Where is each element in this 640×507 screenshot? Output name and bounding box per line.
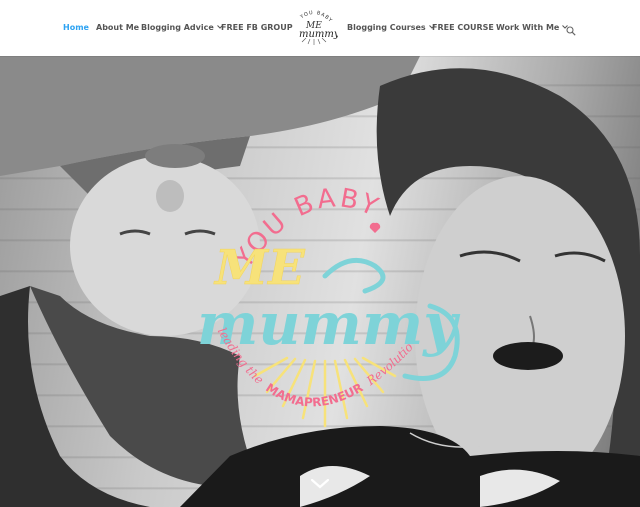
brand-line3: mummy [299,29,338,40]
search-icon[interactable] [566,23,576,36]
heart-icon [369,222,381,233]
nav-blogging-courses-label: Blogging Courses [347,23,426,32]
nav-home[interactable]: Home [63,23,89,32]
nav-blogging-courses[interactable]: Blogging Courses [347,23,435,32]
nav-work-with-me[interactable]: Work With Me [496,23,569,32]
nav-work-with-me-label: Work With Me [496,23,560,32]
hero-logo: YOU BABY ME mummy leading the MAMAPRENEU… [171,145,475,456]
nav-blogging-advice[interactable]: Blogging Advice [141,23,223,32]
logo-tagline-highlight: MAMAPRENEUR [263,380,365,409]
nav-blogging-advice-label: Blogging Advice [141,23,214,32]
hero-banner: YOU BABY ME mummy leading the MAMAPRENEU… [0,56,640,507]
chevron-down-icon [310,478,330,489]
nav-free-fb-group[interactable]: FREE FB GROUP [221,23,293,32]
nav-about-me[interactable]: About Me [96,23,139,32]
site-header: Home About Me Blogging Advice FREE FB GR… [0,0,640,56]
logo-middle-text: ME [213,240,306,296]
brand-logo[interactable]: YOU BABY ME mummy [290,8,340,46]
nav-free-course[interactable]: FREE COURSE [432,23,494,32]
scroll-down-button[interactable] [309,476,331,492]
